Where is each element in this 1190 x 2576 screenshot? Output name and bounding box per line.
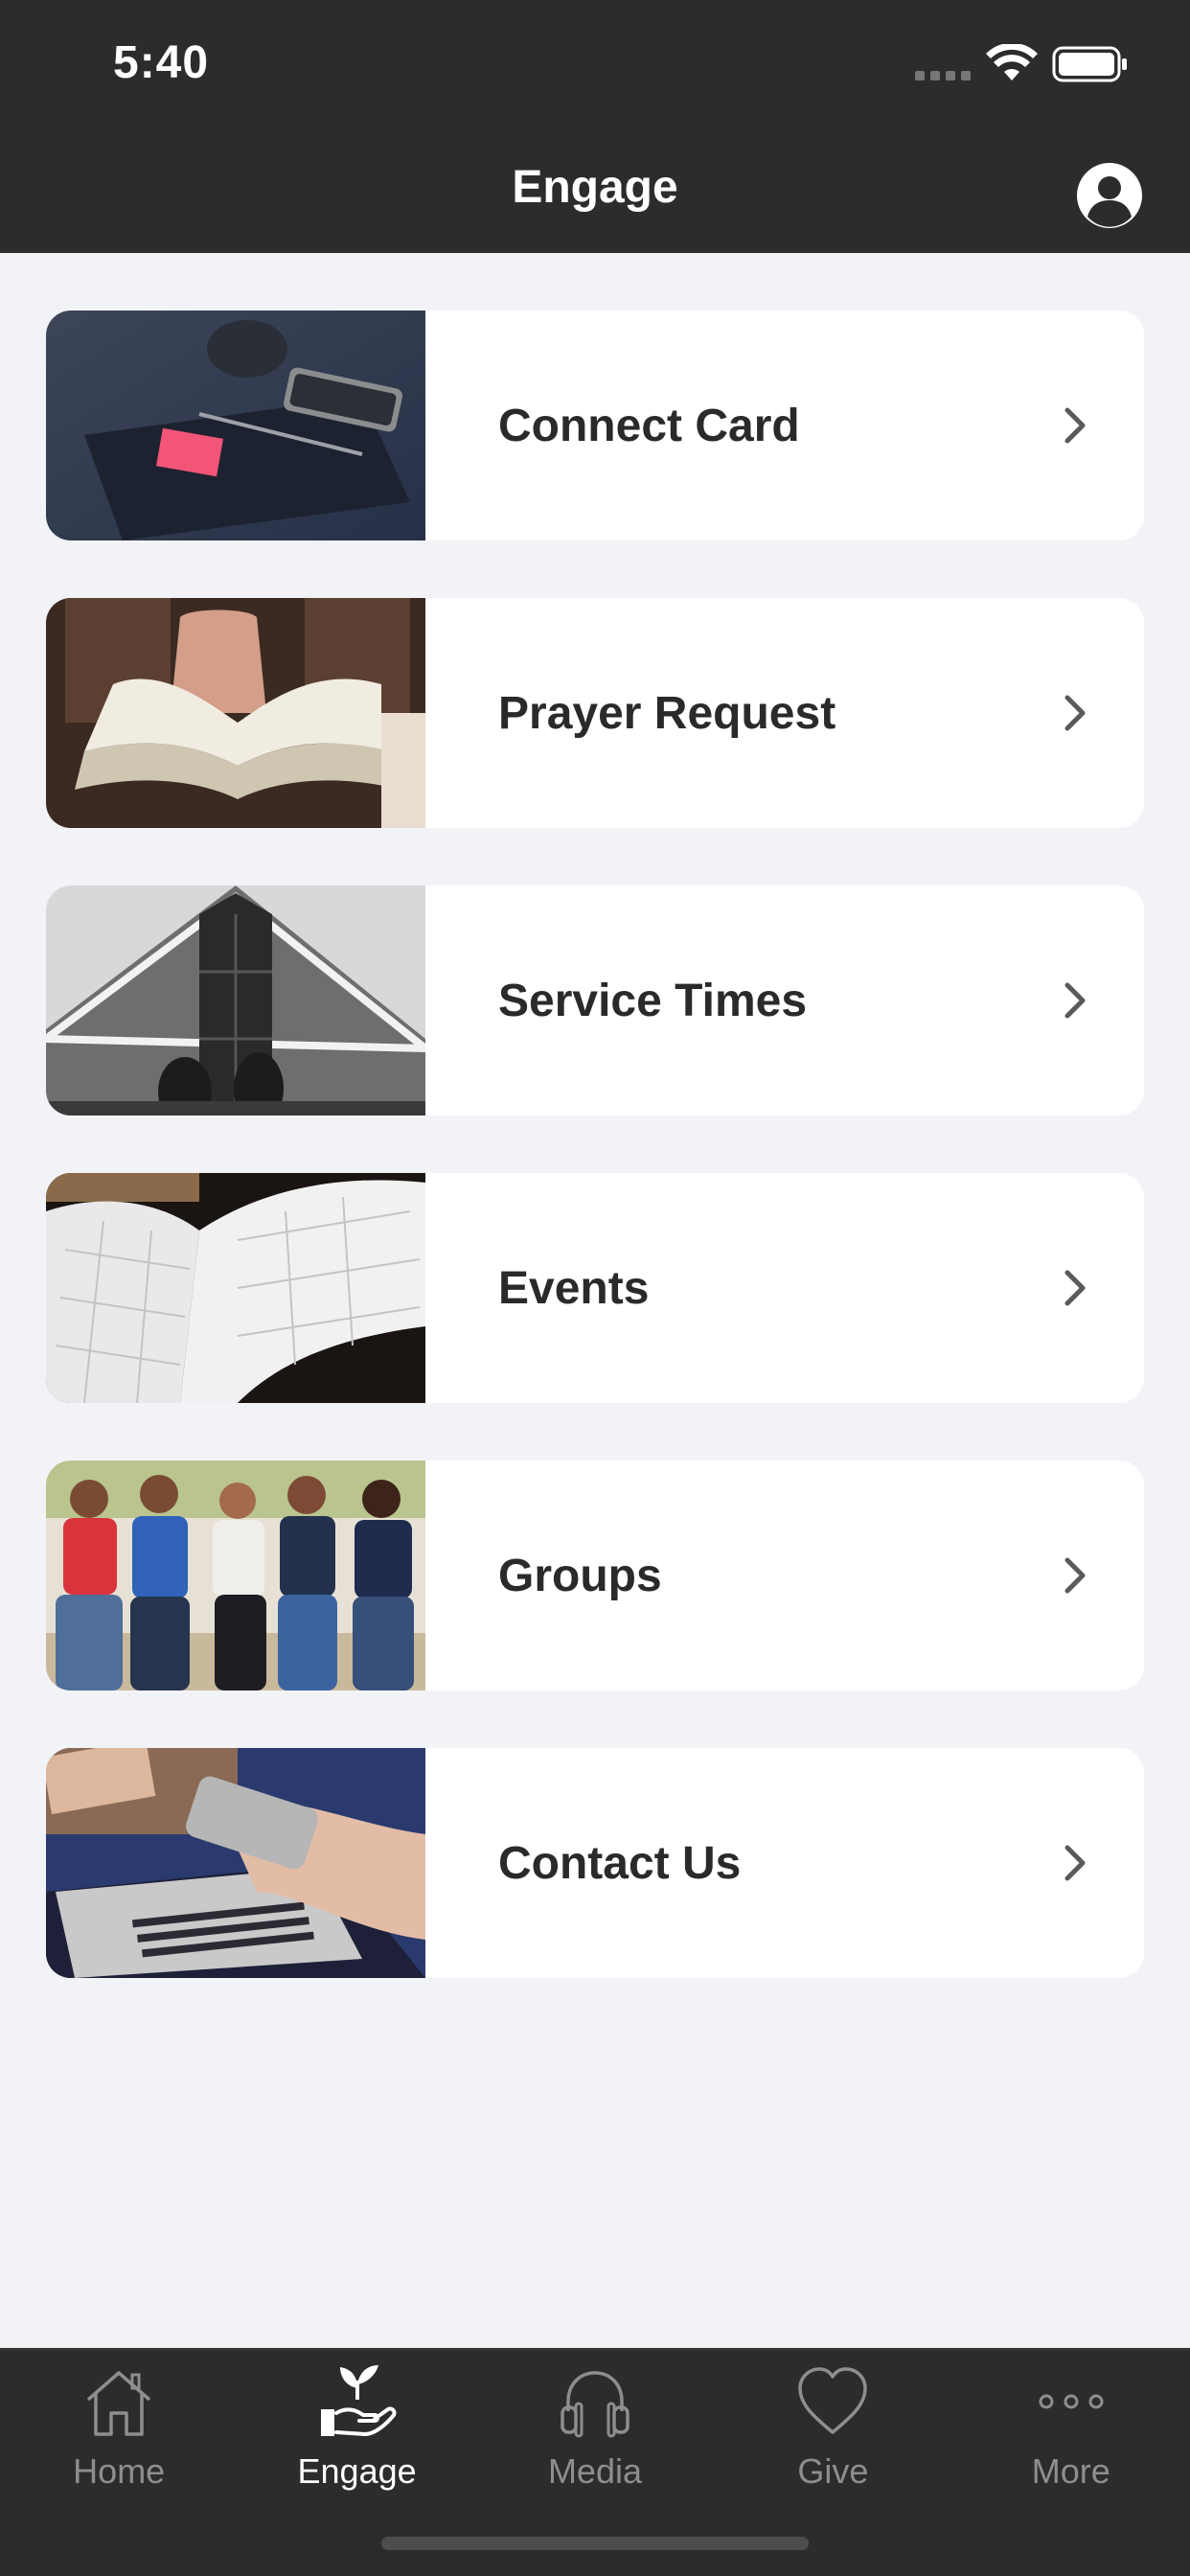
list-item-label: Contact Us	[498, 1837, 742, 1889]
prayer-request-image	[46, 598, 425, 828]
events-image	[46, 1173, 425, 1403]
profile-icon[interactable]	[1075, 161, 1144, 230]
service-times-image	[46, 886, 425, 1116]
heart-icon	[798, 2367, 868, 2434]
tab-label: Engage	[297, 2451, 417, 2491]
cellular-signal-icon	[915, 71, 971, 80]
list-item-groups[interactable]: Groups	[46, 1460, 1144, 1690]
chevron-right-icon	[1064, 407, 1086, 444]
headphones-icon	[561, 2371, 629, 2438]
list-item-prayer-request[interactable]: Prayer Request	[46, 598, 1144, 828]
chevron-right-icon	[1064, 1557, 1086, 1594]
top-bar: 5:40 Engage	[0, 0, 1190, 253]
more-dots-icon	[1039, 2394, 1104, 2409]
tab-home[interactable]: Home	[0, 2350, 238, 2576]
tab-label: Home	[73, 2451, 166, 2491]
battery-icon	[1052, 46, 1127, 82]
groups-image	[46, 1460, 425, 1690]
contact-us-image	[46, 1748, 425, 1978]
list-item-label: Groups	[498, 1550, 662, 1601]
chevron-right-icon	[1064, 982, 1086, 1019]
list-item-label: Connect Card	[498, 400, 800, 451]
list-item-events[interactable]: Events	[46, 1173, 1144, 1403]
chevron-right-icon	[1064, 695, 1086, 731]
chevron-right-icon	[1064, 1270, 1086, 1306]
wifi-icon	[986, 44, 1038, 80]
engage-list: Connect Card Prayer Request Service Time…	[46, 310, 1144, 2036]
tab-label: Media	[547, 2451, 642, 2491]
list-item-label: Events	[498, 1262, 650, 1314]
home-icon	[87, 2371, 151, 2436]
list-item-label: Service Times	[498, 975, 808, 1026]
list-item-contact-us[interactable]: Contact Us	[46, 1748, 1144, 1978]
chevron-right-icon	[1064, 1845, 1086, 1881]
status-time: 5:40	[113, 37, 210, 88]
tab-more[interactable]: More	[952, 2350, 1190, 2576]
list-item-service-times[interactable]: Service Times	[46, 886, 1144, 1116]
connect-card-image	[46, 310, 425, 540]
page-title: Engage	[512, 162, 678, 213]
list-item-connect-card[interactable]: Connect Card	[46, 310, 1144, 540]
tab-label: More	[1031, 2451, 1110, 2491]
engage-hand-plant-icon	[320, 2365, 397, 2436]
home-indicator	[381, 2537, 809, 2550]
tab-label: Give	[797, 2451, 869, 2491]
list-item-label: Prayer Request	[498, 687, 836, 739]
